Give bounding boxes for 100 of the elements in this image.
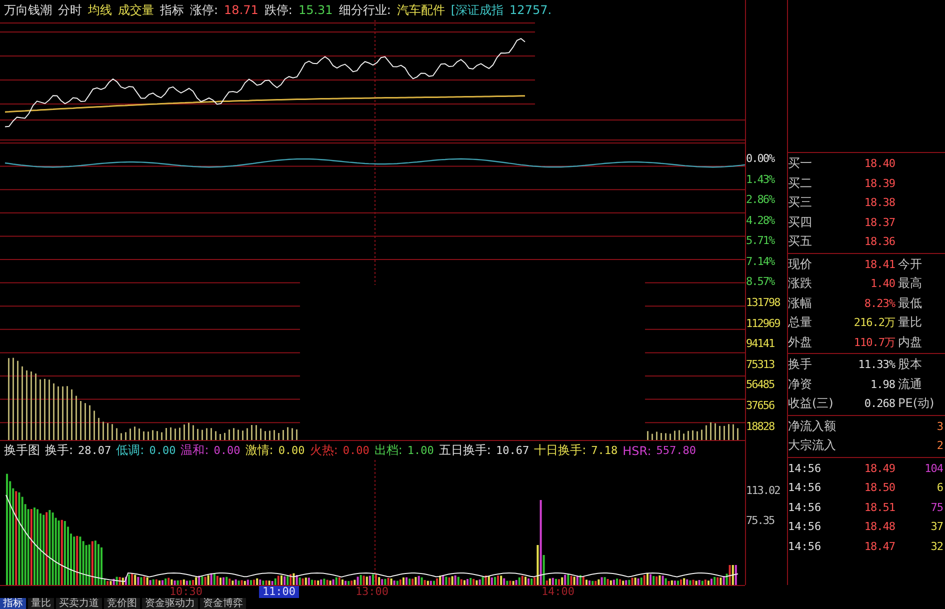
indicator-value: 1.00 <box>407 444 434 457</box>
quote-label: 大宗流入 <box>788 437 837 454</box>
indicator-title: 换手图 <box>4 442 40 459</box>
tick-time: 14:56 <box>788 540 822 553</box>
quote-label: 买五 <box>788 233 813 250</box>
quote-value: 1.40 <box>870 277 896 290</box>
quote-label: 外盘 <box>788 334 813 351</box>
axis-label: 75.35 <box>746 514 776 529</box>
tick-volume: 32 <box>930 540 944 553</box>
header-label: 成交量 <box>118 2 154 18</box>
axis-label: 8.57% <box>746 275 776 290</box>
quote-label: 涨跌 <box>788 275 813 292</box>
axis-label: 0.00% <box>746 152 776 167</box>
quote-value: 3 <box>936 420 944 433</box>
tick-volume: 37 <box>930 520 944 534</box>
quote-value: 216.2万 <box>852 315 896 330</box>
axis-label: 112969 <box>746 316 781 332</box>
axis-label: 37656 <box>746 398 776 414</box>
quote-value: 18.38 <box>863 196 896 210</box>
indicator-value: 0.00 <box>342 444 370 457</box>
quote-label: 买四 <box>788 214 813 231</box>
tick-price: 18.51 <box>863 500 896 514</box>
header-label: 均线 <box>88 2 112 18</box>
axis-label: 7.14% <box>746 254 776 270</box>
tick-time: 14:56 <box>788 520 822 534</box>
time-label: 11:00 <box>259 586 299 598</box>
quote-value: 18.37 <box>863 216 896 229</box>
axis-label: 5.71% <box>746 234 776 250</box>
indicator-value: 557.80 <box>656 444 696 457</box>
time-label: 13:00 <box>354 586 390 598</box>
tick-price: 18.48 <box>863 520 896 534</box>
indicator-label: 火热: <box>310 442 338 459</box>
indicator-value: 0.00 <box>278 444 305 457</box>
bottom-tab[interactable]: 资金驱动力 <box>142 598 198 609</box>
quote-label: 净资 <box>788 376 813 393</box>
axis-label: 75313 <box>746 358 776 373</box>
indicator-label: 五日换手: <box>438 442 491 459</box>
indicator-value: 0.00 <box>214 444 240 457</box>
indicator-value: 7.18 <box>591 444 618 457</box>
indicator-value: 0.00 <box>149 444 176 457</box>
indicator-value: 28.07 <box>78 444 112 457</box>
axis-label: 56485 <box>746 378 776 394</box>
header-label: 12757. <box>510 3 552 17</box>
quote-value: 18.40 <box>863 157 896 170</box>
header-label: 细分行业: <box>338 2 391 18</box>
tick-volume: 104 <box>924 462 944 475</box>
quote-label: 买三 <box>788 194 813 212</box>
quote-value: 1.98 <box>870 378 896 391</box>
axis-label: 2.86% <box>746 193 776 208</box>
bottom-tab[interactable]: 指标 <box>0 598 26 609</box>
tick-volume: 75 <box>930 500 944 514</box>
header-label: [深证成指 <box>450 2 504 18</box>
quote-label: 买二 <box>788 174 813 192</box>
quote-label: 内盘 <box>898 334 923 351</box>
indicator-value: 10.67 <box>496 444 530 457</box>
axis-label: 94141 <box>746 337 776 352</box>
axis-label: 4.28% <box>746 214 776 229</box>
quote-label: 量比 <box>898 314 923 332</box>
quote-label: PE(动) <box>898 395 936 412</box>
quote-value: 0.268 <box>863 397 896 410</box>
header-label: 跌停: <box>264 2 292 18</box>
time-label: 14:00 <box>540 586 576 598</box>
quote-value: 18.41 <box>863 258 896 271</box>
quote-label: 最低 <box>898 294 923 312</box>
quote-value: 18.39 <box>863 176 896 190</box>
bottom-tab[interactable]: 买卖力道 <box>56 598 102 609</box>
indicator-label: 激情: <box>245 442 274 459</box>
quote-label: 收益(三) <box>788 395 834 412</box>
quote-value: 110.7万 <box>852 334 896 350</box>
quote-value: 11.33% <box>857 358 896 372</box>
header-label: 汽车配件 <box>396 2 445 18</box>
indicator-label: 出档: <box>374 442 402 459</box>
quote-label: 流通 <box>898 376 923 393</box>
axis-label: 131798 <box>746 296 781 312</box>
quote-label: 今开 <box>898 256 923 273</box>
header-label: 15.31 <box>298 3 333 17</box>
quote-value: 8.23% <box>863 296 896 310</box>
indicator-label: 温和: <box>180 442 209 459</box>
tick-time: 14:56 <box>788 462 822 475</box>
indicator-label: HSR: <box>622 444 652 458</box>
header-label: 万向钱潮 <box>4 2 52 18</box>
quote-value: 18.36 <box>863 235 896 248</box>
quote-label: 买一 <box>788 155 813 172</box>
indicator-label: 换手: <box>45 442 74 459</box>
tick-price: 18.49 <box>863 462 896 475</box>
axis-label: 1.43% <box>746 172 776 188</box>
header-label: 指标 <box>160 2 184 18</box>
tick-time: 14:56 <box>788 500 822 514</box>
tick-price: 18.47 <box>863 540 896 553</box>
quote-label: 最高 <box>898 275 923 292</box>
header-label: 涨停: <box>190 2 218 18</box>
quote-label: 涨幅 <box>788 294 813 312</box>
quote-label: 总量 <box>788 314 813 332</box>
tick-price: 18.50 <box>863 481 896 494</box>
bottom-tab[interactable]: 量比 <box>28 598 54 609</box>
header-label: 分时 <box>58 2 82 18</box>
time-label: 10:30 <box>168 586 204 598</box>
indicator-label: 十日换手: <box>534 442 586 459</box>
quote-label: 换手 <box>788 356 813 374</box>
quote-value: 2 <box>936 439 944 452</box>
